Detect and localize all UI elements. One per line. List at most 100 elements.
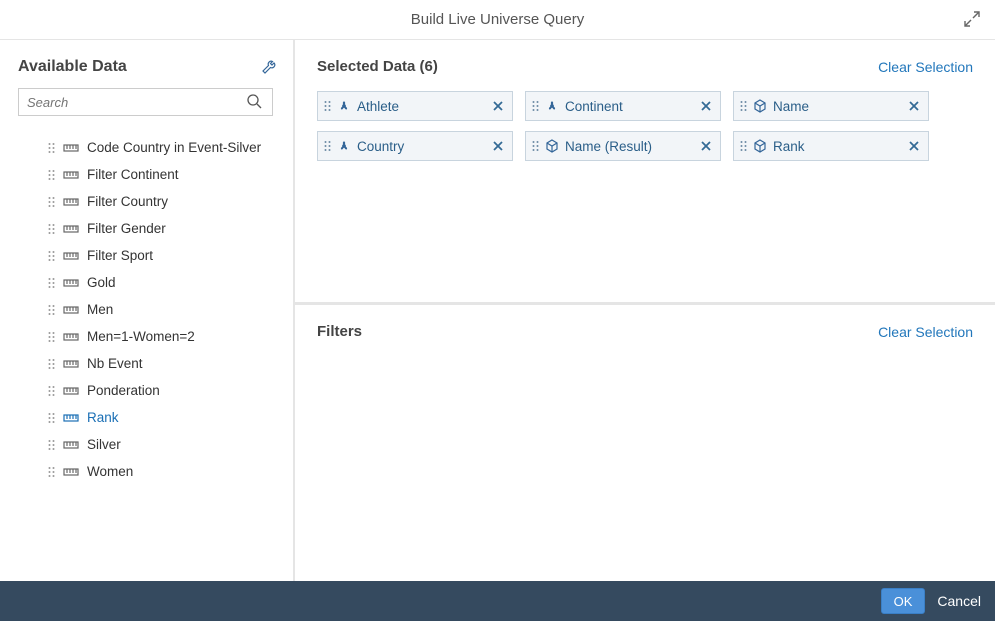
measure-icon bbox=[63, 196, 79, 208]
available-item-label: Filter Continent bbox=[87, 167, 179, 182]
selected-chip[interactable]: Name bbox=[733, 91, 929, 121]
chip-label: Name (Result) bbox=[565, 139, 692, 154]
available-item[interactable]: Men bbox=[18, 296, 281, 323]
available-data-list[interactable]: Code Country in Event-Silver Filter Conti… bbox=[18, 134, 283, 581]
measure-icon bbox=[63, 358, 79, 370]
available-item-label: Men bbox=[87, 302, 113, 317]
drag-handle-icon[interactable] bbox=[48, 142, 55, 154]
drag-handle-icon[interactable] bbox=[48, 169, 55, 181]
chip-label: Country bbox=[357, 139, 484, 154]
available-item[interactable]: Nb Event bbox=[18, 350, 281, 377]
available-item[interactable]: Filter Continent bbox=[18, 161, 281, 188]
dialog-footer: OK Cancel bbox=[0, 581, 995, 621]
selected-chip[interactable]: Name (Result) bbox=[525, 131, 721, 161]
drag-handle-icon[interactable] bbox=[48, 385, 55, 397]
dimension-icon bbox=[337, 139, 351, 153]
measure-icon bbox=[63, 439, 79, 451]
drag-handle-icon[interactable] bbox=[740, 140, 747, 152]
remove-chip-icon[interactable] bbox=[490, 98, 506, 114]
drag-handle-icon[interactable] bbox=[740, 100, 747, 112]
search-wrap bbox=[18, 88, 283, 116]
available-item-label: Ponderation bbox=[87, 383, 160, 398]
drag-handle-icon[interactable] bbox=[532, 140, 539, 152]
remove-chip-icon[interactable] bbox=[906, 98, 922, 114]
filters-panel: Filters Clear Selection bbox=[295, 305, 995, 368]
available-item[interactable]: Filter Country bbox=[18, 188, 281, 215]
measure-icon bbox=[63, 304, 79, 316]
selected-data-panel: Selected Data (6) Clear Selection Athlet… bbox=[295, 40, 995, 305]
filters-title: Filters bbox=[317, 323, 362, 340]
dialog-title: Build Live Universe Query bbox=[411, 11, 584, 28]
available-item[interactable]: Code Country in Event-Silver bbox=[18, 134, 281, 161]
titlebar: Build Live Universe Query bbox=[0, 0, 995, 40]
available-item[interactable]: Filter Sport bbox=[18, 242, 281, 269]
selected-chip[interactable]: Rank bbox=[733, 131, 929, 161]
selected-chip[interactable]: Athlete bbox=[317, 91, 513, 121]
search-input[interactable] bbox=[18, 88, 273, 116]
available-item[interactable]: Gold bbox=[18, 269, 281, 296]
available-item[interactable]: Women bbox=[18, 458, 281, 485]
selected-chips: Athlete Continent Name Country Name (Result)… bbox=[317, 91, 973, 161]
dialog-body: Available Data Code Country in Event-Sil… bbox=[0, 40, 995, 581]
selected-data-title: Selected Data (6) bbox=[317, 58, 438, 75]
drag-handle-icon[interactable] bbox=[324, 140, 331, 152]
ok-button[interactable]: OK bbox=[881, 588, 926, 614]
cancel-button[interactable]: Cancel bbox=[937, 593, 981, 609]
selected-chip[interactable]: Country bbox=[317, 131, 513, 161]
selected-chip[interactable]: Continent bbox=[525, 91, 721, 121]
available-item[interactable]: Filter Gender bbox=[18, 215, 281, 242]
clear-selected-link[interactable]: Clear Selection bbox=[878, 59, 973, 75]
available-item-label: Filter Gender bbox=[87, 221, 166, 236]
available-item-label: Silver bbox=[87, 437, 121, 452]
drag-handle-icon[interactable] bbox=[324, 100, 331, 112]
available-item[interactable]: Ponderation bbox=[18, 377, 281, 404]
drag-handle-icon[interactable] bbox=[48, 412, 55, 424]
measure-icon bbox=[63, 250, 79, 262]
expand-icon[interactable] bbox=[963, 10, 981, 28]
available-item[interactable]: Men=1-Women=2 bbox=[18, 323, 281, 350]
measure-icon bbox=[63, 277, 79, 289]
drag-handle-icon[interactable] bbox=[48, 358, 55, 370]
available-item-label: Code Country in Event-Silver bbox=[87, 140, 261, 155]
chip-label: Name bbox=[773, 99, 900, 114]
drag-handle-icon[interactable] bbox=[48, 223, 55, 235]
available-item-label: Gold bbox=[87, 275, 116, 290]
remove-chip-icon[interactable] bbox=[490, 138, 506, 154]
filters-header: Filters Clear Selection bbox=[317, 323, 973, 340]
measure-icon bbox=[63, 385, 79, 397]
available-item[interactable]: Silver bbox=[18, 431, 281, 458]
settings-icon[interactable] bbox=[261, 59, 277, 75]
available-data-panel: Available Data Code Country in Event-Sil… bbox=[0, 40, 295, 581]
available-item-label: Women bbox=[87, 464, 133, 479]
clear-filters-link[interactable]: Clear Selection bbox=[878, 324, 973, 340]
remove-chip-icon[interactable] bbox=[906, 138, 922, 154]
drag-handle-icon[interactable] bbox=[48, 439, 55, 451]
remove-chip-icon[interactable] bbox=[698, 98, 714, 114]
available-item-label: Rank bbox=[87, 410, 119, 425]
attribute-icon bbox=[753, 139, 767, 153]
available-item-label: Filter Country bbox=[87, 194, 168, 209]
selected-data-header: Selected Data (6) Clear Selection bbox=[317, 58, 973, 75]
available-item-label: Filter Sport bbox=[87, 248, 153, 263]
measure-icon bbox=[63, 466, 79, 478]
drag-handle-icon[interactable] bbox=[48, 304, 55, 316]
remove-chip-icon[interactable] bbox=[698, 138, 714, 154]
drag-handle-icon[interactable] bbox=[48, 196, 55, 208]
dimension-icon bbox=[545, 99, 559, 113]
drag-handle-icon[interactable] bbox=[48, 331, 55, 343]
drag-handle-icon[interactable] bbox=[532, 100, 539, 112]
available-data-title: Available Data bbox=[18, 58, 127, 76]
drag-handle-icon[interactable] bbox=[48, 277, 55, 289]
available-item-label: Nb Event bbox=[87, 356, 143, 371]
available-item-label: Men=1-Women=2 bbox=[87, 329, 195, 344]
available-data-header: Available Data bbox=[18, 58, 283, 76]
chip-label: Rank bbox=[773, 139, 900, 154]
measure-icon bbox=[63, 169, 79, 181]
measure-icon bbox=[63, 412, 79, 424]
available-item[interactable]: Rank bbox=[18, 404, 281, 431]
drag-handle-icon[interactable] bbox=[48, 250, 55, 262]
drag-handle-icon[interactable] bbox=[48, 466, 55, 478]
dimension-icon bbox=[337, 99, 351, 113]
chip-label: Continent bbox=[565, 99, 692, 114]
measure-icon bbox=[63, 331, 79, 343]
